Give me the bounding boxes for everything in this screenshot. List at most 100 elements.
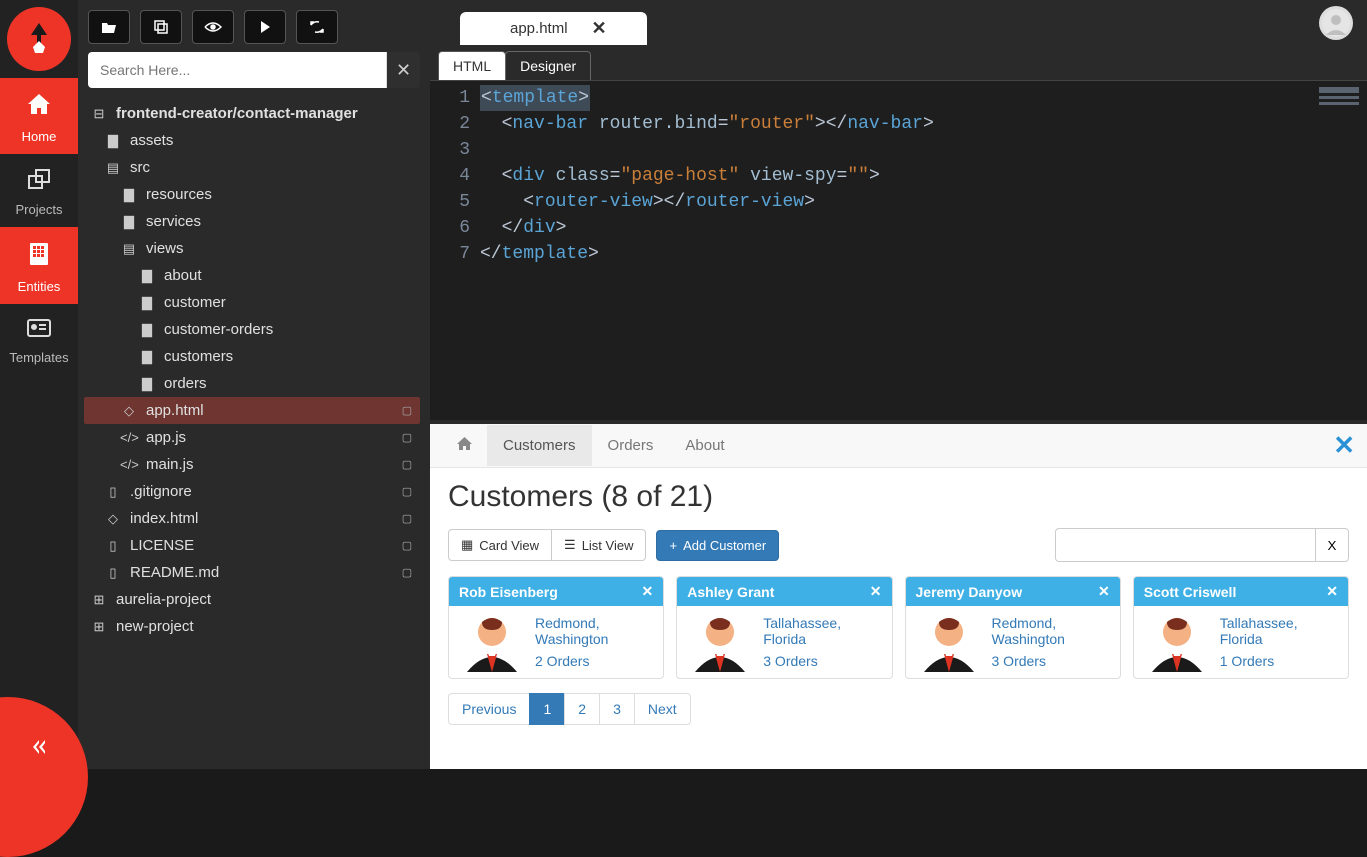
- nav-templates[interactable]: Templates: [0, 304, 78, 375]
- customer-card[interactable]: Rob Eisenberg✕ Redmond,Washington2 Order…: [448, 576, 664, 679]
- checkbox-icon[interactable]: ▢: [400, 458, 414, 472]
- list-view-button[interactable]: ☰ List View: [552, 529, 646, 561]
- editor-tab[interactable]: app.html ✕: [460, 12, 647, 45]
- tree-folder[interactable]: ▇customer: [84, 289, 420, 316]
- preview-home-button[interactable]: [442, 436, 487, 456]
- checkbox-icon[interactable]: ▢: [400, 566, 414, 580]
- customer-orders: 3 Orders: [763, 653, 841, 669]
- card-close-button[interactable]: ✕: [642, 583, 654, 600]
- btn-label: Add Customer: [683, 538, 766, 553]
- tree-label: .gitignore: [130, 483, 192, 500]
- tab-close-button[interactable]: ✕: [592, 18, 607, 39]
- folder-icon: ▇: [138, 295, 156, 311]
- preview-close-button[interactable]: ✕: [1333, 430, 1355, 461]
- customer-card[interactable]: Scott Criswell✕ Tallahassee,Florida1 Ord…: [1133, 576, 1349, 679]
- checkbox-icon[interactable]: ▢: [400, 539, 414, 553]
- tree-root[interactable]: ⊟frontend-creator/contact-manager: [84, 100, 420, 127]
- customer-search: X: [1055, 528, 1349, 562]
- page-3[interactable]: 3: [599, 693, 635, 725]
- btn-label: List View: [582, 538, 634, 553]
- customer-card[interactable]: Ashley Grant✕ Tallahassee,Florida3 Order…: [676, 576, 892, 679]
- close-icon: ✕: [1098, 583, 1110, 599]
- tree-file-active[interactable]: ◇app.html▢: [84, 397, 420, 424]
- card-close-button[interactable]: ✕: [870, 583, 882, 600]
- copy-button[interactable]: [140, 10, 182, 44]
- checkbox-icon[interactable]: ▢: [400, 431, 414, 445]
- line-number: 3: [430, 137, 470, 163]
- left-nav: Home Projects Entities Templates: [0, 0, 78, 769]
- collapse-sidebar-button[interactable]: [0, 740, 78, 759]
- tree-file[interactable]: </>app.js▢: [84, 424, 420, 451]
- folder-icon: ▇: [120, 214, 138, 230]
- checkbox-icon[interactable]: ▢: [400, 485, 414, 499]
- subtab-html[interactable]: HTML: [438, 51, 506, 80]
- plus-square-icon: ⊞: [90, 592, 108, 608]
- tree-folder[interactable]: ⊞ aurelia-project: [84, 586, 420, 613]
- nav-home[interactable]: Home: [0, 78, 78, 154]
- code-icon: </>: [120, 430, 138, 445]
- card-close-button[interactable]: ✕: [1098, 583, 1110, 600]
- tree-file[interactable]: </>main.js▢: [84, 451, 420, 478]
- preview-panel: Customers Orders About ✕ Customers (8 of…: [430, 420, 1367, 769]
- customer-search-clear[interactable]: X: [1315, 528, 1349, 562]
- tree-folder[interactable]: ▇customers: [84, 343, 420, 370]
- preview-button[interactable]: [192, 10, 234, 44]
- tree-label: customers: [164, 348, 233, 365]
- tree-folder[interactable]: ▇services: [84, 208, 420, 235]
- tree-file[interactable]: ▯.gitignore▢: [84, 478, 420, 505]
- logo[interactable]: [0, 0, 78, 78]
- nav-projects[interactable]: Projects: [0, 154, 78, 227]
- customer-state: Florida: [1220, 631, 1263, 647]
- tree-folder[interactable]: ▇assets: [84, 127, 420, 154]
- btn-label: Card View: [479, 538, 539, 553]
- clear-search-button[interactable]: ✕: [386, 52, 420, 88]
- minimap[interactable]: [1307, 81, 1367, 420]
- tree-folder[interactable]: ▇resources: [84, 181, 420, 208]
- tree-folder[interactable]: ▇customer-orders: [84, 316, 420, 343]
- open-folder-button[interactable]: [88, 10, 130, 44]
- customer-city: Tallahassee,: [763, 615, 841, 631]
- preview-nav-about[interactable]: About: [669, 425, 740, 466]
- tree-folder[interactable]: ▤src: [84, 154, 420, 181]
- tree-file[interactable]: ▯LICENSE▢: [84, 532, 420, 559]
- tree-label: index.html: [130, 510, 198, 527]
- subtab-designer[interactable]: Designer: [505, 51, 591, 80]
- customer-card[interactable]: Jeremy Danyow✕ Redmond,Washington3 Order…: [905, 576, 1121, 679]
- customer-search-input[interactable]: [1055, 528, 1315, 562]
- customer-city: Redmond,: [535, 615, 600, 631]
- sync-button[interactable]: [296, 10, 338, 44]
- tree-file[interactable]: ◇index.html▢: [84, 505, 420, 532]
- tree-label: main.js: [146, 456, 194, 473]
- preview-nav: Customers Orders About ✕: [430, 424, 1367, 468]
- page-1[interactable]: 1: [529, 693, 565, 725]
- tree-label: views: [146, 240, 184, 257]
- tree-file[interactable]: ▯README.md▢: [84, 559, 420, 586]
- run-button[interactable]: [244, 10, 286, 44]
- line-number: 5: [430, 189, 470, 215]
- list-icon: ☰: [564, 537, 576, 553]
- card-close-button[interactable]: ✕: [1326, 583, 1338, 600]
- card-view-button[interactable]: ▦Card View: [448, 529, 552, 561]
- add-customer-button[interactable]: +Add Customer: [656, 530, 779, 561]
- tree-folder[interactable]: ▤views: [84, 235, 420, 262]
- tree-label: aurelia-project: [116, 591, 211, 608]
- preview-nav-customers[interactable]: Customers: [487, 425, 592, 466]
- page-2[interactable]: 2: [564, 693, 600, 725]
- folder-icon: ▇: [138, 376, 156, 392]
- checkbox-icon[interactable]: ▢: [400, 404, 414, 418]
- page-next[interactable]: Next: [634, 693, 691, 725]
- tree-folder[interactable]: ▇about: [84, 262, 420, 289]
- tree-folder[interactable]: ⊞new-project: [84, 613, 420, 640]
- checkbox-icon[interactable]: ▢: [400, 512, 414, 526]
- code-editor[interactable]: 1 2 3 4 5 6 7 <template> <nav-bar router…: [430, 80, 1367, 420]
- user-avatar[interactable]: [1319, 6, 1353, 40]
- close-icon: ✕: [1333, 430, 1355, 460]
- editor-subtabs: HTML Designer: [430, 45, 1367, 80]
- close-icon: ✕: [1326, 583, 1338, 599]
- nav-entities[interactable]: Entities: [0, 227, 78, 304]
- tree-folder[interactable]: ▇orders: [84, 370, 420, 397]
- preview-nav-orders[interactable]: Orders: [592, 425, 670, 466]
- tree-label: resources: [146, 186, 212, 203]
- page-prev[interactable]: Previous: [448, 693, 530, 725]
- search-input[interactable]: [88, 52, 386, 88]
